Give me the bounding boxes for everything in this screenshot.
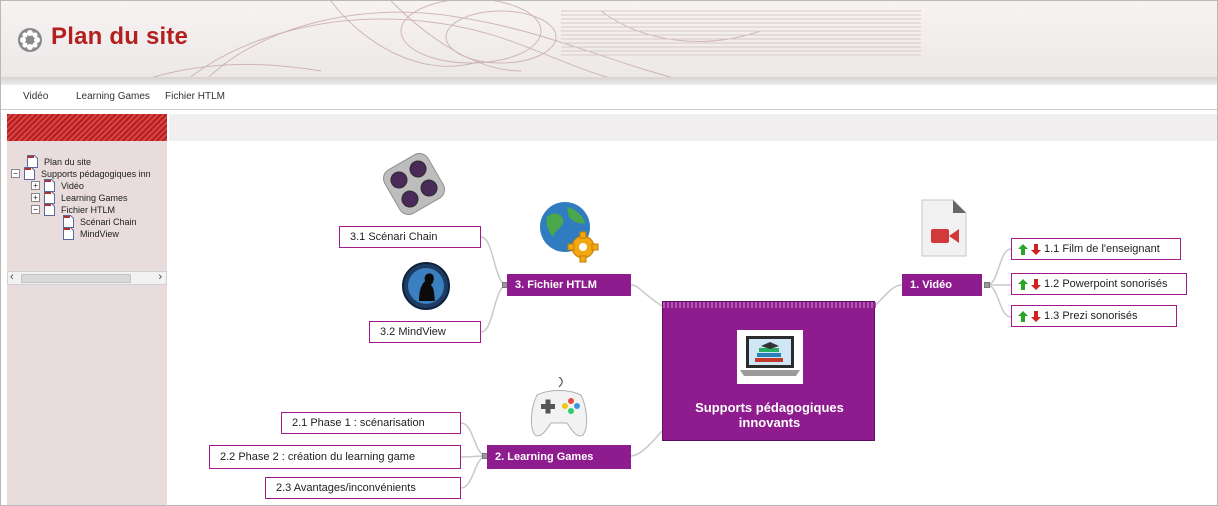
expand-toggle[interactable]: + bbox=[31, 193, 40, 202]
menubar: Vidéo Learning Games Fichier HTLM bbox=[1, 85, 1217, 110]
node-powerpoint[interactable]: 1.2 Powerpoint sonorisés bbox=[1011, 273, 1187, 295]
collapse-toggle[interactable]: − bbox=[11, 169, 20, 178]
tree-item-mindview[interactable]: MindView bbox=[63, 227, 119, 240]
node-label: 1.1 Film de l'enseignant bbox=[1044, 243, 1160, 255]
sidebar: Plan du site − Supports pédagogiques inn… bbox=[7, 141, 167, 505]
node-label: 1.3 Prezi sonorisés bbox=[1044, 310, 1138, 322]
arrow-up-icon[interactable] bbox=[1018, 278, 1028, 290]
menu-item-video[interactable]: Vidéo bbox=[23, 91, 48, 102]
node-avantages[interactable]: 2.3 Avantages/inconvénients bbox=[265, 477, 461, 499]
tree-item-label[interactable]: Learning Games bbox=[61, 193, 128, 203]
tree-item-label[interactable]: MindView bbox=[80, 229, 119, 239]
arrow-up-icon[interactable] bbox=[1018, 310, 1028, 322]
app-frame: Plan du site Vidéo Learning Games Fichie… bbox=[0, 0, 1218, 506]
node-phase-1[interactable]: 2.1 Phase 1 : scénarisation bbox=[281, 412, 461, 434]
node-film-enseignant[interactable]: 1.1 Film de l'enseignant bbox=[1011, 238, 1181, 260]
node-video[interactable]: 1. Vidéo bbox=[902, 274, 982, 296]
logo-flower-icon bbox=[18, 28, 42, 52]
content-header-strip bbox=[169, 114, 1217, 141]
node-phase-2[interactable]: 2.2 Phase 2 : création du learning game bbox=[209, 445, 461, 469]
laptop-books-icon bbox=[737, 330, 803, 384]
center-node-title: Supports pédagogiques innovants bbox=[695, 400, 844, 430]
video-file-icon bbox=[921, 199, 967, 257]
globe-gear-icon bbox=[540, 202, 599, 263]
center-node-top-strip bbox=[663, 302, 876, 308]
node-mindview[interactable]: 3.2 MindView bbox=[369, 321, 481, 343]
tree-item-label[interactable]: Fichier HTLM bbox=[61, 205, 115, 215]
scroll-right-arrow[interactable]: › bbox=[158, 271, 162, 283]
node-learning-games[interactable]: 2. Learning Games bbox=[487, 445, 631, 469]
center-node[interactable]: Supports pédagogiques innovants bbox=[662, 301, 876, 441]
tree-item-label[interactable]: Supports pédagogiques inn bbox=[41, 169, 151, 179]
silhouette-icon bbox=[402, 262, 450, 310]
menu-item-learning-games[interactable]: Learning Games bbox=[76, 91, 150, 102]
gamepad-icon bbox=[530, 377, 588, 437]
node-label: 1.2 Powerpoint sonorisés bbox=[1044, 278, 1168, 290]
horizontal-scrollbar[interactable]: ‹ › bbox=[7, 271, 167, 285]
tablet-apps-icon bbox=[383, 153, 445, 215]
mind-map: 3.1 Scénari Chain 3.2 MindView 3. Fichie… bbox=[169, 141, 1217, 505]
scroll-thumb[interactable] bbox=[21, 274, 131, 283]
page-title: Plan du site bbox=[51, 23, 189, 50]
page-icon bbox=[44, 203, 55, 216]
site-header: Plan du site bbox=[1, 1, 1217, 85]
scroll-left-arrow[interactable]: ‹ bbox=[10, 271, 14, 283]
arrow-down-icon[interactable] bbox=[1031, 310, 1041, 322]
sidebar-header-strip bbox=[7, 114, 167, 141]
arrow-down-icon[interactable] bbox=[1031, 278, 1041, 290]
menu-item-fichier-htlm[interactable]: Fichier HTLM bbox=[165, 91, 225, 102]
node-connector-handle bbox=[984, 282, 990, 288]
tree-item-label[interactable]: Plan du site bbox=[44, 157, 91, 167]
expand-toggle[interactable]: + bbox=[31, 181, 40, 190]
node-fichier-htlm[interactable]: 3. Fichier HTLM bbox=[507, 274, 631, 296]
collapse-toggle[interactable]: − bbox=[31, 205, 40, 214]
tree-item-label[interactable]: Scénari Chain bbox=[80, 217, 137, 227]
node-scenari-chain[interactable]: 3.1 Scénari Chain bbox=[339, 226, 481, 248]
arrow-down-icon[interactable] bbox=[1031, 243, 1041, 255]
header-bottom-band bbox=[1, 77, 1217, 85]
arrow-up-icon[interactable] bbox=[1018, 243, 1028, 255]
node-prezi[interactable]: 1.3 Prezi sonorisés bbox=[1011, 305, 1177, 327]
page-icon bbox=[63, 227, 74, 240]
tree-item-label[interactable]: Vidéo bbox=[61, 181, 84, 191]
